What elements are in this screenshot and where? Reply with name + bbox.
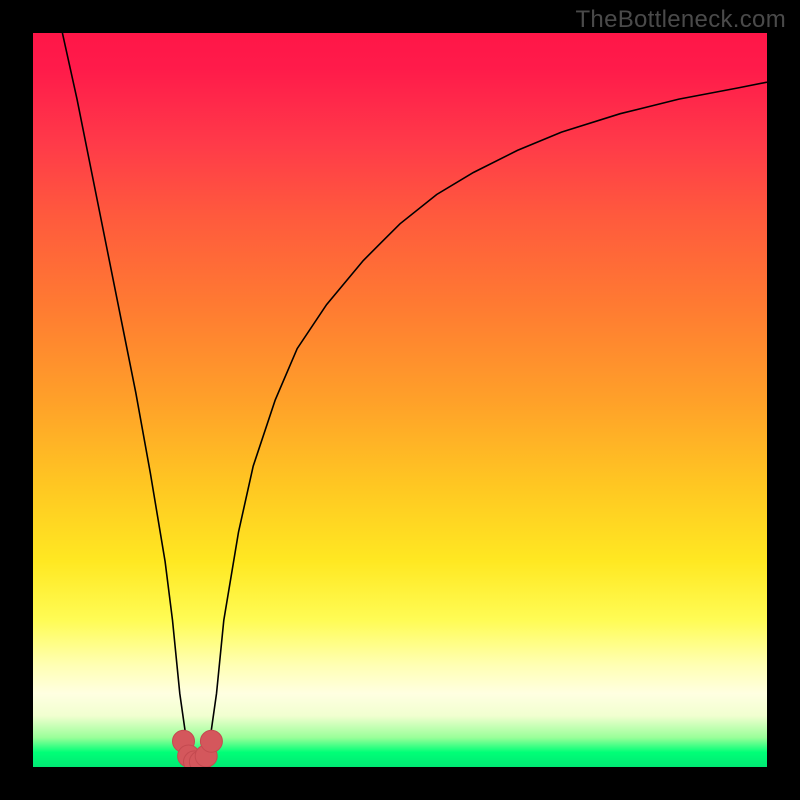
- bottleneck-curve: [62, 33, 767, 760]
- marker-point: [200, 730, 222, 752]
- curve-svg: [33, 33, 767, 767]
- chart-container: TheBottleneck.com: [0, 0, 800, 800]
- marker-cluster: [173, 730, 223, 767]
- plot-area: [33, 33, 767, 767]
- watermark-label: TheBottleneck.com: [575, 6, 786, 34]
